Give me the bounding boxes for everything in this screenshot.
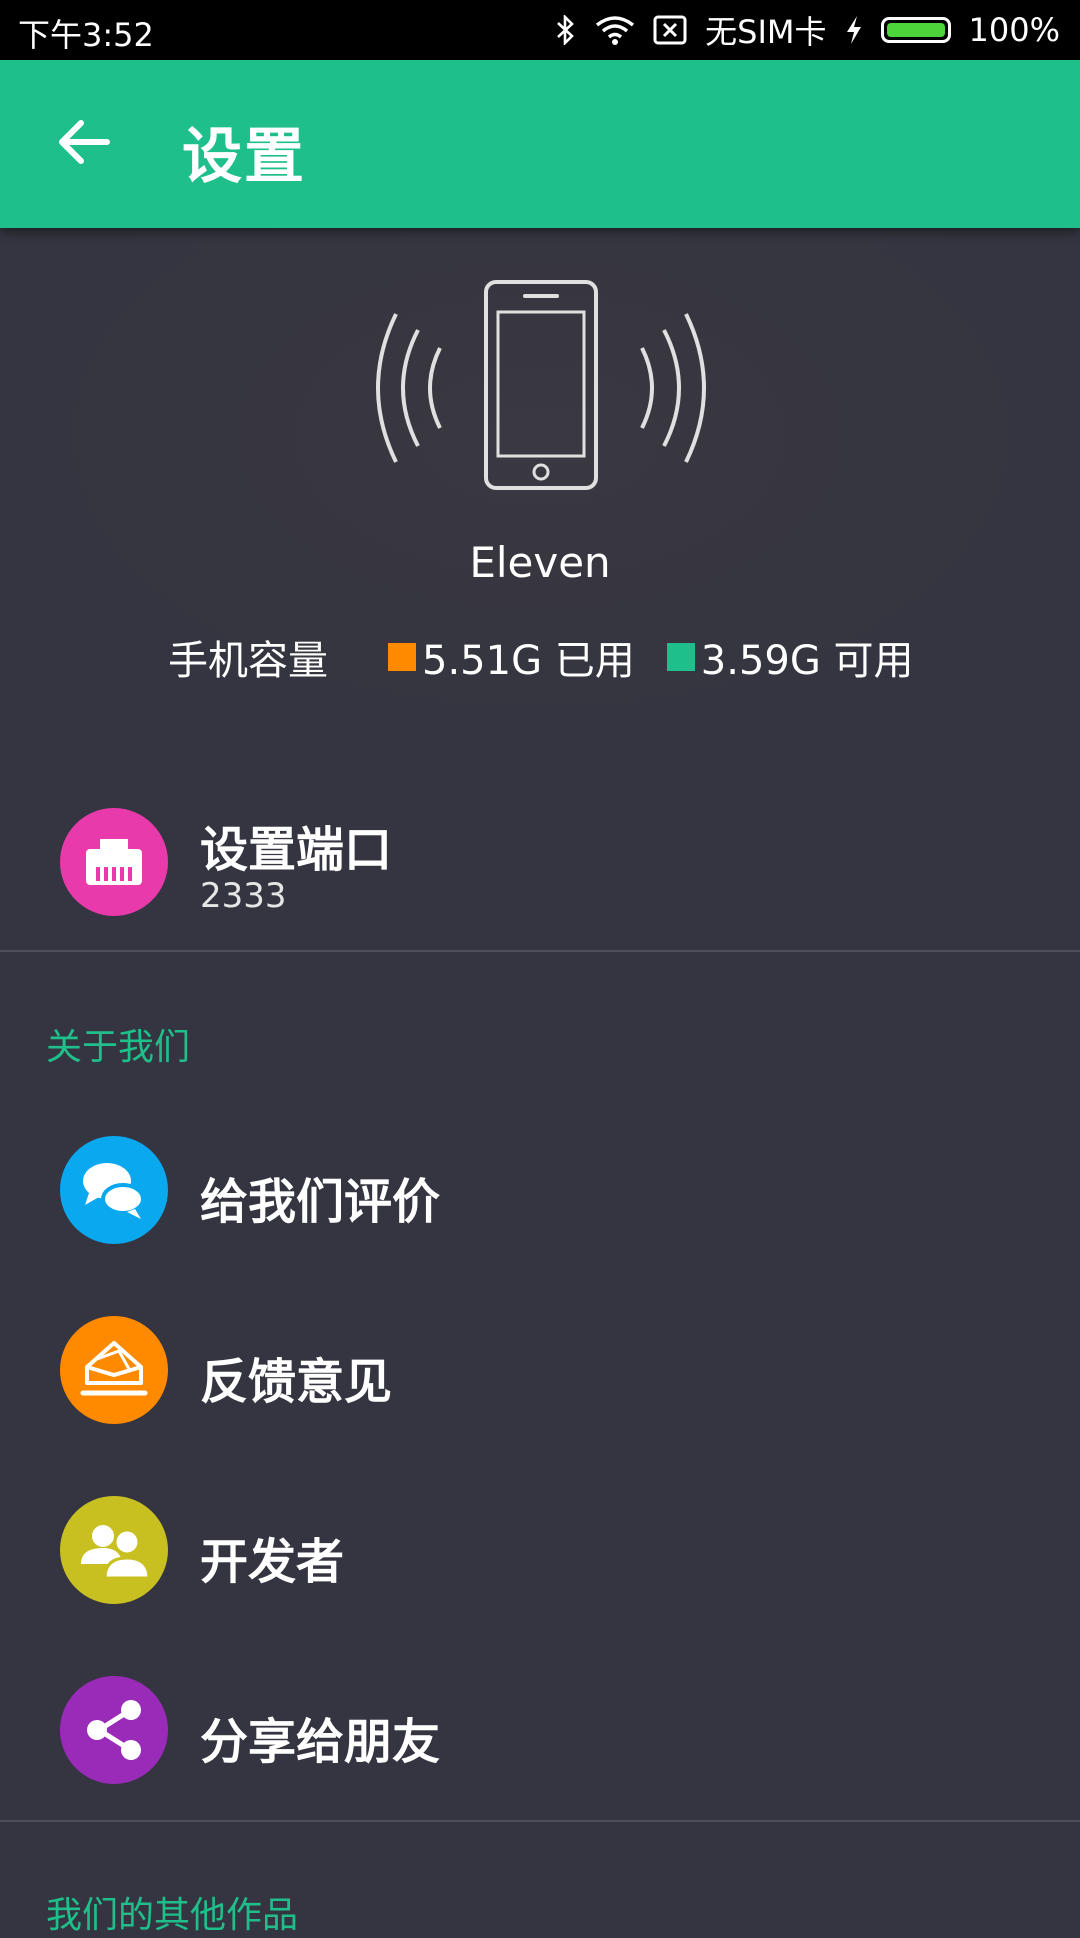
- sim-status-text: 无SIM卡: [705, 13, 827, 51]
- phone-signal-icon: [360, 278, 720, 508]
- port-setting-value: 2333: [200, 876, 287, 916]
- section-header-other-works: 我们的其他作品: [46, 1895, 299, 1936]
- rate-us-item[interactable]: 给我们评价: [0, 1116, 1080, 1266]
- feedback-label: 反馈意见: [200, 1354, 393, 1410]
- developer-item[interactable]: 开发者: [0, 1476, 1080, 1626]
- page-title: 设置: [182, 122, 306, 192]
- divider: [0, 950, 1080, 952]
- ethernet-port-icon: [60, 808, 168, 916]
- device-name: Eleven: [469, 538, 611, 587]
- available-legend-swatch: [666, 643, 695, 671]
- storage-info: 手机容量 5.51G 已用 3.59G 可用: [168, 628, 946, 686]
- used-legend-swatch: [388, 643, 416, 671]
- status-icons: 无SIM卡 100%: [555, 0, 1060, 60]
- back-button[interactable]: [44, 104, 124, 184]
- mail-icon: [60, 1316, 168, 1424]
- rate-us-label: 给我们评价: [200, 1174, 441, 1230]
- share-icon: [60, 1676, 168, 1784]
- storage-label: 手机容量: [168, 638, 328, 684]
- bluetooth-icon: [555, 15, 577, 45]
- storage-used: 5.51G 已用: [388, 628, 635, 686]
- device-header: Eleven 手机容量 5.51G 已用 3.59G 可用: [0, 228, 1080, 748]
- section-header-about: 关于我们: [46, 1027, 191, 1068]
- arrow-left-icon: [57, 117, 111, 171]
- battery-percent: 100%: [968, 11, 1060, 49]
- port-setting-title: 设置端口: [200, 822, 393, 878]
- battery-level-fill: [886, 23, 945, 37]
- share-label: 分享给朋友: [200, 1714, 441, 1770]
- wifi-icon: [595, 15, 635, 45]
- share-item[interactable]: 分享给朋友: [0, 1656, 1080, 1806]
- no-sim-icon: [653, 15, 687, 45]
- developer-label: 开发者: [200, 1534, 345, 1590]
- charging-icon: [845, 15, 863, 45]
- feedback-item[interactable]: 反馈意见: [0, 1296, 1080, 1446]
- chat-bubbles-icon: [60, 1136, 168, 1244]
- status-bar: 下午3:52 无SIM卡 100%: [0, 0, 1080, 60]
- people-icon: [60, 1496, 168, 1604]
- port-setting-item[interactable]: 设置端口 2333: [0, 786, 1080, 936]
- storage-used-text: 5.51G 已用: [422, 638, 635, 684]
- storage-available: 3.59G 可用: [666, 628, 914, 686]
- status-time: 下午3:52: [18, 16, 154, 54]
- storage-available-text: 3.59G 可用: [700, 638, 914, 684]
- divider: [0, 1820, 1080, 1822]
- app-bar: 设置: [0, 60, 1080, 228]
- battery-icon: [880, 17, 951, 43]
